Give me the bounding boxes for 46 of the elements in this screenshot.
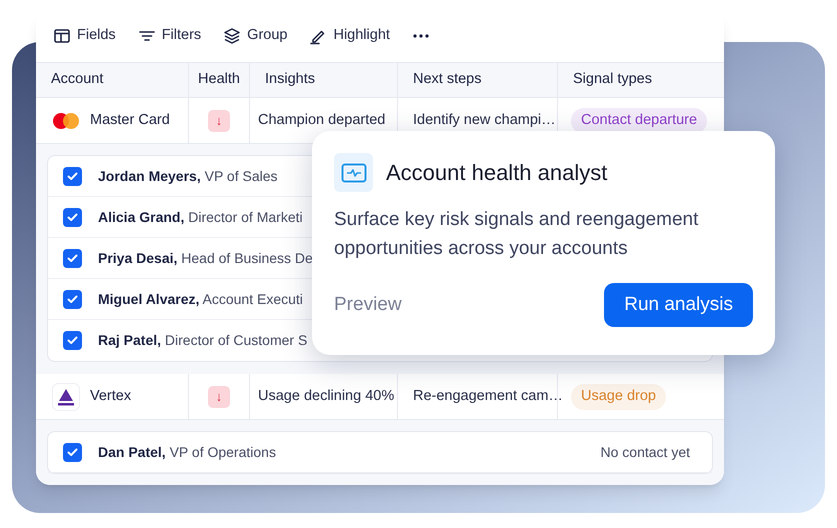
popup-description: Surface key risk signals and reengagement opportunities across your accounts xyxy=(334,208,700,261)
contact-name: Miguel Alvarez, Account Executi xyxy=(98,290,303,309)
triangle-logo-icon xyxy=(52,382,80,410)
run-analysis-button[interactable]: Run analysis xyxy=(604,283,753,327)
column-header: Signal types xyxy=(573,70,652,90)
pulse-monitor-icon xyxy=(334,153,373,192)
signal-tag: Usage drop xyxy=(571,384,666,410)
check-icon xyxy=(67,448,78,456)
checkbox[interactable] xyxy=(63,248,82,268)
next-step-text: Re-engagement cam… xyxy=(413,386,563,406)
insight-text: Champion departed xyxy=(258,110,386,130)
checkbox[interactable] xyxy=(63,290,82,308)
column-header: Health xyxy=(198,70,240,90)
toolbar-button[interactable]: Group xyxy=(223,25,288,47)
layers-icon xyxy=(223,27,242,45)
checkbox[interactable] xyxy=(63,208,82,226)
toolbar-button[interactable]: Highlight xyxy=(309,25,390,47)
contact-name: Priya Desai, Head of Business De xyxy=(98,248,313,268)
checkbox[interactable] xyxy=(63,331,82,350)
column-header: Next steps xyxy=(413,70,482,90)
contact-name: Alicia Grand, Director of Marketi xyxy=(98,208,303,226)
overlapping-circles-icon xyxy=(52,112,80,130)
health-badge: ↓ xyxy=(208,386,230,408)
preview-link[interactable]: Preview xyxy=(334,290,402,320)
account-name: Master Card xyxy=(90,110,170,130)
health-badge: ↓ xyxy=(208,110,230,132)
checkbox[interactable] xyxy=(63,166,82,186)
popup-title: Account health analyst xyxy=(386,159,608,187)
column-header: Account xyxy=(51,70,104,90)
account-name: Vertex xyxy=(90,386,132,406)
check-icon xyxy=(67,172,78,180)
contact-status: No contact yet xyxy=(600,442,690,462)
column-header: Insights xyxy=(265,70,315,90)
contact-name: Jordan Meyers, VP of Sales xyxy=(98,166,278,186)
next-step-text: Identify new champi… xyxy=(413,110,556,130)
contact-name: Raj Patel, Director of Customer S xyxy=(98,331,308,350)
check-icon xyxy=(67,336,78,345)
toolbar-button[interactable]: Filters xyxy=(138,25,202,47)
toolbar-button[interactable]: Fields xyxy=(53,25,116,47)
check-icon xyxy=(67,254,78,262)
checkbox[interactable] xyxy=(63,442,82,462)
check-icon xyxy=(67,212,78,222)
columns-icon xyxy=(53,27,71,45)
contact-name: Dan Patel, VP of Operations xyxy=(98,442,276,462)
check-icon xyxy=(67,294,78,304)
insight-text: Usage declining 40% xyxy=(258,386,394,406)
